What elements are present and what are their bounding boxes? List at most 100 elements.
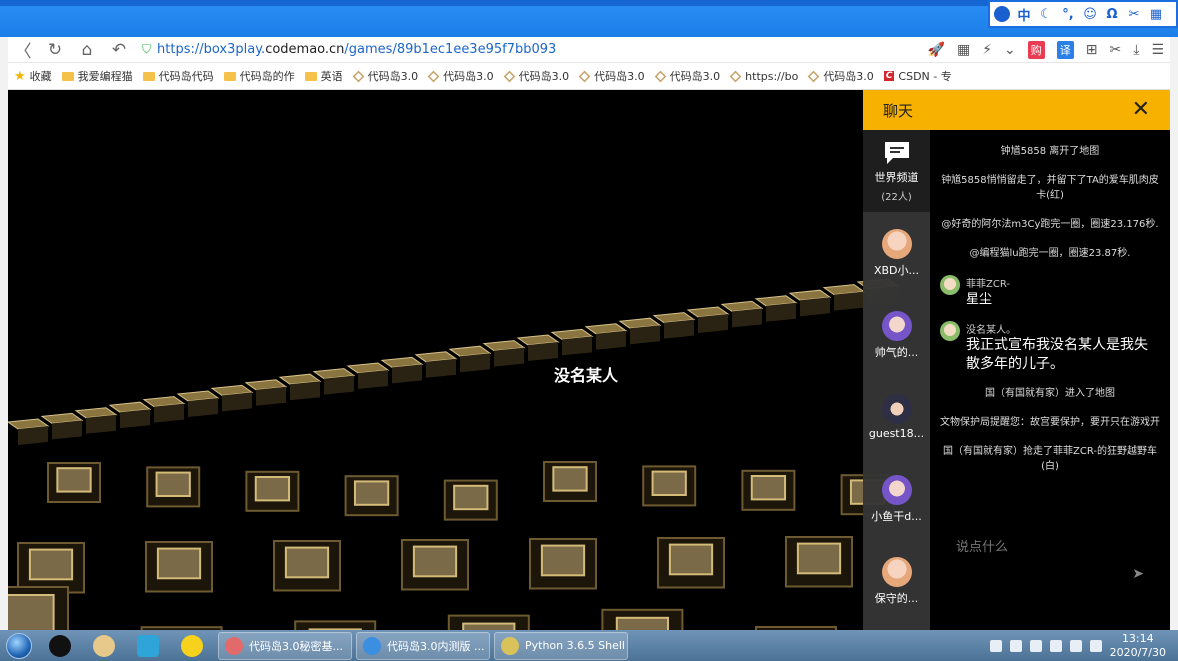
back-icon[interactable]: 〈 [14,37,32,62]
volume-icon[interactable] [1069,639,1082,652]
voxel-block [154,403,184,423]
bookmark-item[interactable]: https://bo [729,70,798,83]
cube-icon [807,70,820,82]
apps-icon[interactable]: ⊞ [1086,42,1098,58]
ime-headset-icon[interactable]: Ω [1104,7,1120,22]
channel-label: guest18... [868,427,925,440]
bookmark-label: 收藏 [29,70,52,83]
sender-name: 菲菲ZCR- [966,279,1010,290]
voxel-block [18,426,48,445]
channel-user[interactable]: guest18... [863,376,930,458]
ime-chinese-icon[interactable]: 中 [1016,5,1032,24]
chevron-down-icon[interactable]: ⌄ [1004,42,1016,58]
bookmark-item[interactable]: ★ 收藏 [14,68,52,84]
browser-window: 〈 ↻ ⌂ ↶ ⛉ https://box3play.codemao.cn/ga… [8,37,1170,630]
background-window-left [0,37,8,630]
speech-bubble-icon [181,634,203,657]
start-button[interactable] [0,630,38,661]
channel-user[interactable]: 小鱼干d... [863,458,930,540]
ime-emoji-icon[interactable]: ☺ [1082,7,1098,22]
qq-pinned[interactable] [38,631,82,660]
folder-icon [223,71,236,81]
signal-icon[interactable] [1049,639,1062,652]
task-codemao-secret[interactable]: 代码岛3.0秘密基... [218,631,352,660]
menu-icon[interactable]: ☰ [1151,42,1164,58]
bookmark-item[interactable]: 代码岛3.0 [352,68,418,84]
voxel-block [651,470,687,497]
bookmark-item[interactable]: 代码岛3.0 [427,68,494,84]
avatar [881,556,912,587]
voxel-block [540,544,586,577]
address-bar[interactable]: ⛉ https://box3play.codemao.cn/games/89b1… [142,42,914,57]
bookmark-item[interactable]: 代码岛3.0 [578,68,645,84]
bookmark-item[interactable]: 代码岛的作 [223,68,295,84]
ime-logo-icon[interactable] [994,6,1010,22]
bolt-icon[interactable]: ⚡ [982,42,992,58]
send-icon[interactable]: ➤ [1132,566,1144,582]
voxel-block [630,325,660,345]
clipboard-icon[interactable] [1009,639,1022,652]
channel-user[interactable]: 帅气的... [863,294,930,376]
channel-world[interactable]: 世界频道 (22人) [863,130,930,212]
secure-shield-icon: ⛉ [142,42,152,56]
bookmark-label: 代码岛3.0 [594,70,645,83]
avatar [881,228,912,259]
game-viewport[interactable]: 没名某人 聊天 ✕ 世界频道 (22人) XBD小... 帅气的... gues… [8,90,1170,630]
app-pinned[interactable] [126,631,170,660]
voxel-block [284,546,330,579]
star-icon: ★ [14,68,26,84]
close-icon[interactable]: ✕ [1132,99,1150,121]
bookmark-item[interactable]: 我爱编程猫 [61,68,133,84]
undo-icon[interactable]: ↶ [110,40,128,60]
bookmark-item[interactable]: 代码岛3.0 [654,68,720,84]
refresh-icon[interactable]: ↻ [46,40,64,60]
bookmark-item[interactable]: C CSDN - 专 [883,68,952,84]
bookmark-item[interactable]: 代码岛代码 [142,68,214,84]
channel-user[interactable]: 保守的... [863,540,930,622]
download-icon[interactable]: ⤓ [1133,42,1139,58]
rocket-icon[interactable]: 🚀 [928,42,945,58]
home-icon[interactable]: ⌂ [78,40,96,60]
folder-icon [142,71,155,81]
chat-input[interactable] [956,540,1106,555]
folder-icon [61,71,74,81]
ime-scissors-icon[interactable]: ✂ [1126,7,1142,22]
app-icon [137,634,159,657]
translate-extension-icon[interactable]: 译 [1056,40,1074,59]
bookmark-item[interactable]: 代码岛3.0 [503,68,569,84]
shopping-extension-icon[interactable]: 购 [1027,40,1045,59]
voxel-block [453,484,489,511]
avatar [940,321,960,341]
voxel-block [750,475,787,501]
ime-moon-icon[interactable]: ☾ [1038,7,1054,22]
voxel-block [353,480,390,506]
chat-app-pinned[interactable] [170,631,214,660]
bookmark-label: 我爱编程猫 [77,70,133,83]
bookmark-item[interactable]: 代码岛3.0 [807,68,874,84]
cut-icon[interactable]: ✂ [1110,42,1122,58]
task-label: Python 3.6.5 Shell [525,639,625,652]
voxel-block [562,336,592,356]
cube-icon [352,70,364,82]
qq-tray-icon[interactable] [1029,639,1042,652]
voxel-block [552,466,588,492]
ime-toolbar[interactable]: 中 ☾ °, ☺ Ω ✂ ▦ [988,0,1178,28]
task-python-shell[interactable]: Python 3.6.5 Shell [494,631,628,660]
bookmark-label: 英语 [320,70,343,83]
shield-icon[interactable] [989,639,1002,652]
clock-time: 13:14 [1121,631,1154,645]
network-icon[interactable] [1089,639,1102,652]
task-codemao-beta[interactable]: 代码岛3.0内测版 ... [356,631,490,660]
paint-pinned[interactable] [82,631,126,660]
voxel-block [800,297,830,317]
channel-user[interactable]: XBD小... [863,212,930,294]
bookmark-item[interactable]: 英语 [304,68,343,84]
clock[interactable]: 13:14 2020/7/30 [1110,632,1166,660]
qr-icon[interactable]: ▦ [957,42,970,58]
ime-keyboard-icon[interactable]: ▦ [1148,7,1164,22]
ime-punct-icon[interactable]: °, [1060,7,1076,22]
voxel-block [732,308,762,328]
desktop: 中 ☾ °, ☺ Ω ✂ ▦ 〈 ↻ ⌂ ↶ ⛉ https://box3pla… [0,0,1178,661]
chat-messages: 钟馗5858 离开了地图 钟馗5858悄悄留走了，并留下了TA的爱车肌肉皮卡(红… [930,130,1170,560]
bookmark-label: 代码岛3.0 [823,70,874,83]
